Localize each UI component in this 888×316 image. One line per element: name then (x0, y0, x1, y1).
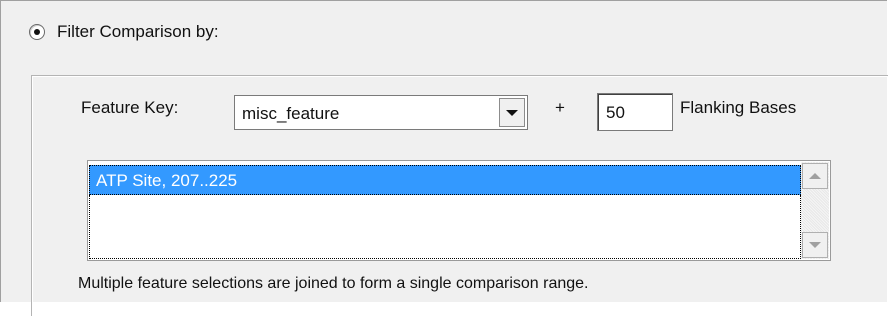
feature-key-value: misc_feature (242, 104, 340, 123)
plus-sign: + (555, 98, 565, 117)
list-item-selected[interactable]: ATP Site, 207..225 (89, 165, 801, 195)
feature-key-label: Feature Key: (81, 98, 179, 117)
list-item-label: ATP Site, 207..225 (96, 171, 238, 190)
flanking-bases-value: 50 (606, 103, 625, 122)
filter-comparison-label: Filter Comparison by: (57, 22, 219, 41)
list-focus-rect (89, 195, 801, 259)
selection-note: Multiple feature selections are joined t… (78, 275, 589, 292)
scroll-up-arrow-icon (809, 173, 821, 179)
dropdown-button[interactable] (499, 98, 525, 127)
chevron-down-icon (506, 109, 518, 116)
scroll-down-button[interactable] (802, 232, 828, 258)
filter-comparison-radio[interactable] (29, 24, 45, 40)
flanking-bases-input[interactable]: 50 (597, 93, 673, 131)
filter-comparison-radio-row[interactable]: Filter Comparison by: (29, 21, 219, 43)
flanking-bases-label: Flanking Bases (680, 98, 797, 117)
scroll-down-arrow-icon (809, 242, 821, 248)
feature-key-dropdown[interactable]: misc_feature (234, 95, 528, 130)
filter-panel: Filter Comparison by: Feature Key: misc_… (0, 0, 888, 316)
scroll-up-button[interactable] (802, 163, 828, 189)
feature-listbox[interactable]: ATP Site, 207..225 (87, 160, 831, 261)
vertical-scrollbar[interactable] (801, 162, 829, 259)
